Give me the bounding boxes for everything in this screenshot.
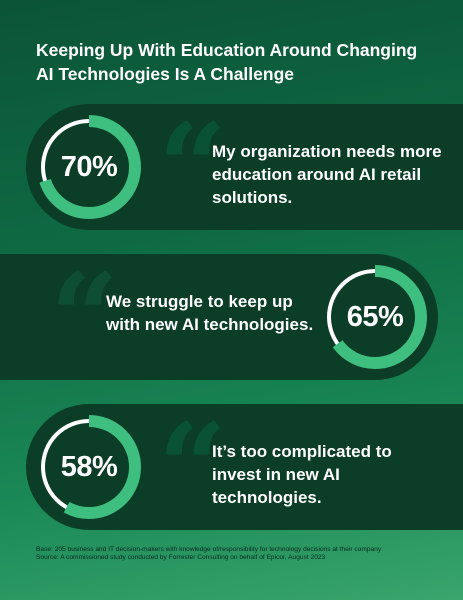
donut-chart-1: 70% [36, 114, 142, 220]
footnote-base: Base: 205 business and IT decision-maker… [36, 546, 382, 553]
donut-percent-label: 70% [60, 150, 118, 183]
donut-chart-2: 65% [322, 264, 428, 370]
statement-2: We struggle to keep up with new AI techn… [106, 292, 314, 334]
quote-mark-icon: “ [158, 397, 227, 538]
donut-percent-label: 65% [346, 300, 404, 333]
footnote: Base: 205 business and IT decision-maker… [36, 546, 436, 563]
quote-mark-icon: “ [158, 97, 227, 238]
statement-1: My organization needs more education aro… [212, 142, 442, 207]
donut-chart-3: 58% [36, 414, 142, 520]
page-title: Keeping Up With Education Around Changin… [36, 40, 418, 84]
quote-mark-icon: “ [50, 247, 119, 388]
donut-percent-label: 58% [60, 450, 118, 483]
footnote-source: Source: A commissioned study conducted b… [36, 554, 326, 562]
statement-3: It’s too complicated to invest in new AI… [212, 442, 392, 507]
